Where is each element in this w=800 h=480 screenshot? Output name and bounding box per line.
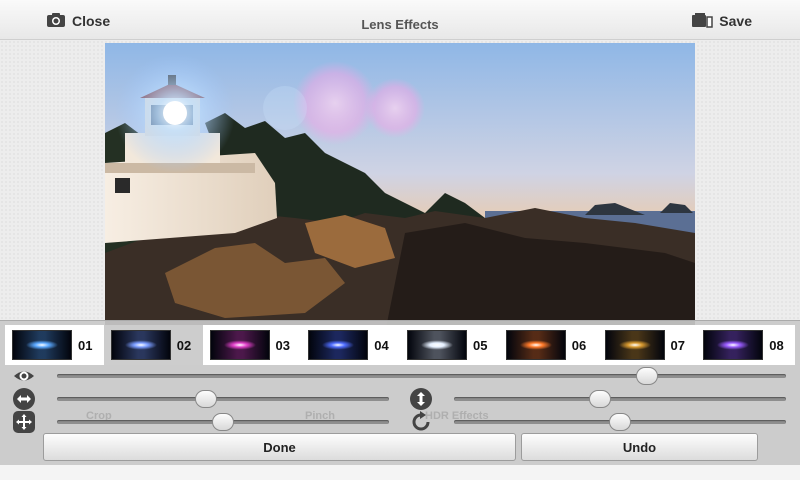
move-icon	[12, 410, 36, 434]
slider-knob[interactable]	[609, 413, 631, 431]
horizontal-slider[interactable]	[57, 390, 389, 408]
effect-thumb-08[interactable]: 08	[696, 325, 795, 365]
slider-knob[interactable]	[589, 390, 612, 408]
effect-number: 04	[374, 337, 389, 353]
effect-preview-08	[703, 330, 764, 360]
opacity-slider[interactable]	[57, 367, 786, 385]
effect-number: 07	[670, 337, 685, 353]
page-title: Lens Effects	[361, 17, 439, 32]
vertical-slider[interactable]	[454, 390, 786, 408]
effect-thumb-07[interactable]: 07	[598, 325, 697, 365]
slider-track	[57, 397, 389, 401]
eye-icon	[12, 364, 36, 388]
title-bar: Close Lens Effects Save	[0, 0, 800, 40]
done-button[interactable]: Done	[43, 433, 516, 461]
effects-strip: 01 02 03 04 05 06 07 08	[5, 325, 795, 365]
photo-preview[interactable]	[105, 43, 695, 333]
rotate-icon	[409, 410, 433, 434]
effect-preview-01	[12, 330, 72, 360]
effect-thumb-02[interactable]: 02	[103, 325, 203, 365]
slider-track	[454, 397, 786, 401]
vertical-arrows-icon	[409, 387, 433, 411]
save-icon	[691, 12, 714, 31]
effect-thumb-04[interactable]: 04	[301, 325, 400, 365]
slider-knob[interactable]	[195, 390, 218, 408]
effect-number: 05	[473, 337, 488, 353]
save-button[interactable]: Save	[691, 10, 752, 32]
slider-track	[57, 374, 786, 378]
effect-thumb-06[interactable]: 06	[499, 325, 598, 365]
effect-thumb-01[interactable]: 01	[5, 325, 104, 365]
effect-number: 08	[769, 337, 784, 353]
effect-thumb-05[interactable]: 05	[400, 325, 499, 365]
undo-button[interactable]: Undo	[521, 433, 758, 461]
effect-preview-06	[505, 330, 566, 360]
rotate-slider[interactable]	[454, 413, 786, 431]
bottom-edge	[0, 465, 800, 480]
effect-number: 01	[78, 337, 93, 353]
effect-number: 02	[176, 337, 192, 353]
effect-preview-02	[110, 330, 171, 360]
effect-preview-03	[209, 330, 270, 360]
effect-preview-07	[604, 330, 665, 360]
slider-knob[interactable]	[212, 413, 234, 431]
scale-slider[interactable]	[57, 413, 389, 431]
slider-knob[interactable]	[636, 367, 659, 385]
effect-number: 03	[275, 337, 290, 353]
save-label: Save	[719, 13, 752, 29]
effect-preview-04	[308, 330, 369, 360]
effect-preview-05	[407, 330, 467, 360]
effect-number: 06	[571, 337, 587, 353]
effect-thumb-03[interactable]: 03	[203, 325, 302, 365]
horizontal-arrows-icon	[12, 387, 36, 411]
